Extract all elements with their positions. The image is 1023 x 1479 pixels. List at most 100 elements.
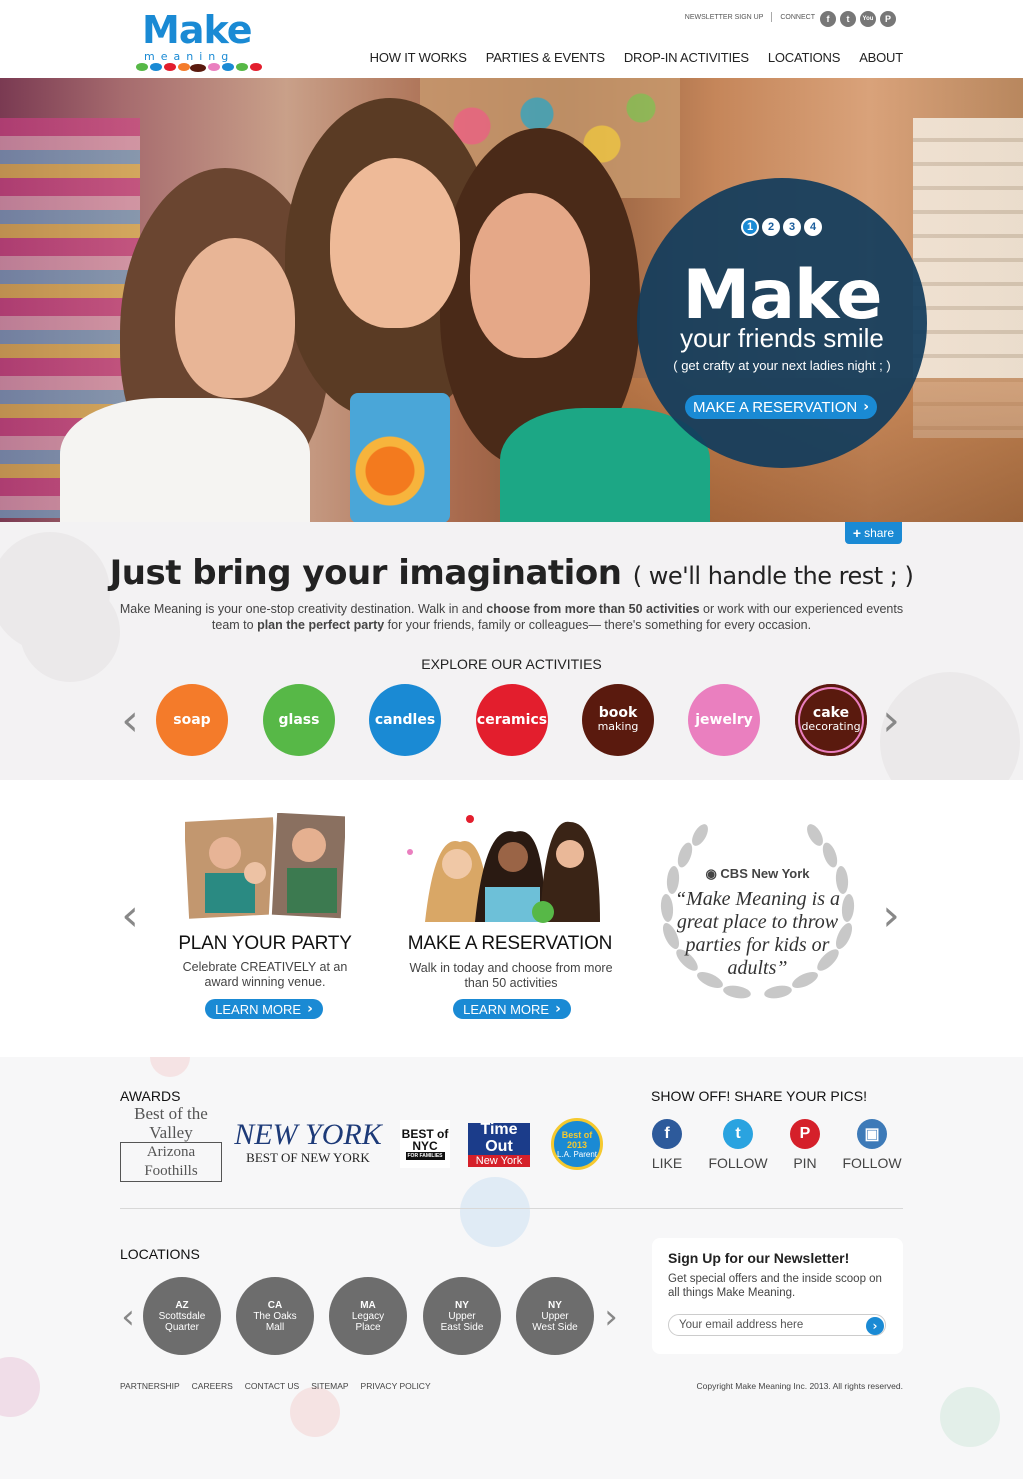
award-la-parent: Best of 2013 L.A. Parent xyxy=(551,1118,603,1170)
location-line1: Scottsdale xyxy=(158,1310,206,1322)
activity-label: jewelry xyxy=(695,711,753,728)
hero-tagline: ( get crafty at your next ladies night ;… xyxy=(673,358,891,373)
share-pics-heading: SHOW OFF! SHARE YOUR PICS! xyxy=(651,1088,867,1104)
activities-prev-arrow-icon[interactable]: ‹ xyxy=(119,695,141,746)
location-line2: East Side xyxy=(440,1321,484,1333)
locations-prev-arrow-icon[interactable]: ‹ xyxy=(117,1297,139,1337)
make-reservation-button[interactable]: MAKE A RESERVATION › xyxy=(685,395,877,419)
plan-party-title: PLAN YOUR PARTY xyxy=(178,933,352,954)
share-label: FOLLOW xyxy=(708,1155,768,1171)
slide-dot-1[interactable]: 1 xyxy=(741,218,759,236)
newsletter-signup-link[interactable]: NEWSLETTER SIGN UP xyxy=(685,14,764,21)
award-time-out: Time Out New York xyxy=(468,1121,530,1167)
main-nav: HOW IT WORKS PARTIES & EVENTS DROP-IN AC… xyxy=(370,50,904,65)
footer-link-privacy-policy[interactable]: PRIVACY POLICY xyxy=(361,1381,431,1391)
location-ma-3[interactable]: MA Legacy Place xyxy=(329,1277,407,1355)
reservation-learn-more-button[interactable]: LEARN MORE › xyxy=(453,999,571,1019)
share-follow-button[interactable]: ▣ FOLLOW xyxy=(837,1119,907,1171)
newsletter-text: Get special offers and the inside scoop … xyxy=(668,1273,882,1299)
award-label: BEST of NYC xyxy=(401,1127,449,1153)
hero-photo-shirt xyxy=(60,398,310,522)
activity-soap[interactable]: soap xyxy=(156,684,228,756)
activity-ceramics[interactable]: ceramics xyxy=(476,684,548,756)
footer-link-careers[interactable]: CAREERS xyxy=(192,1381,233,1391)
footer-link-sitemap[interactable]: SITEMAP xyxy=(311,1381,348,1391)
hero-banner: 1 2 3 4 Make your friends smile ( get cr… xyxy=(0,78,1023,522)
plan-party-text: Celebrate CREATIVELY at an award winning… xyxy=(182,960,348,989)
activity-glass[interactable]: glass xyxy=(263,684,335,756)
share-label: PIN xyxy=(793,1155,817,1171)
activity-label: ceramics xyxy=(476,711,548,728)
explore-heading: EXPLORE OUR ACTIVITIES xyxy=(421,656,602,672)
location-ca-2[interactable]: CA The Oaks Mall xyxy=(236,1277,314,1355)
features-next-arrow-icon[interactable]: › xyxy=(880,890,902,941)
location-line2: Quarter xyxy=(165,1321,199,1333)
logo-dots-icon xyxy=(136,63,262,72)
activity-sublabel: decorating xyxy=(801,720,861,733)
slide-dot-3[interactable]: 3 xyxy=(783,218,801,236)
location-state: AZ xyxy=(175,1299,189,1311)
hero-photo-face xyxy=(175,238,295,398)
location-line1: Upper xyxy=(541,1310,569,1322)
activity-cake[interactable]: cake decorating xyxy=(795,684,867,756)
pinterest-icon[interactable]: P xyxy=(880,11,896,27)
footer-link-partnership[interactable]: PARTNERSHIP xyxy=(120,1381,180,1391)
location-state: MA xyxy=(360,1299,376,1311)
intro-heading-light: ( we'll handle the rest ; ) xyxy=(632,562,914,590)
twitter-icon[interactable]: t xyxy=(840,11,856,27)
share-like-button[interactable]: f LIKE xyxy=(632,1119,702,1171)
footer-divider xyxy=(120,1208,903,1209)
activity-label: book xyxy=(598,705,638,721)
slide-dot-2[interactable]: 2 xyxy=(762,218,780,236)
share-follow-button[interactable]: t FOLLOW xyxy=(703,1119,773,1171)
location-az-1[interactable]: AZ Scottsdale Quarter xyxy=(143,1277,221,1355)
locations-next-arrow-icon[interactable]: › xyxy=(600,1297,622,1337)
quote-source-label: CBS New York xyxy=(720,866,810,881)
email-field[interactable]: Your email address here xyxy=(668,1314,886,1336)
youtube-icon[interactable]: You xyxy=(860,11,876,27)
share-button[interactable]: + share xyxy=(845,522,902,544)
activity-candles[interactable]: candles xyxy=(369,684,441,756)
features-prev-arrow-icon[interactable]: ‹ xyxy=(119,890,141,941)
twitter-icon: t xyxy=(723,1119,753,1149)
activities-next-arrow-icon[interactable]: › xyxy=(880,695,902,746)
submit-arrow-icon[interactable]: › xyxy=(866,1317,884,1335)
location-state: NY xyxy=(548,1299,562,1311)
activity-sublabel: making xyxy=(597,720,639,733)
nav-about[interactable]: ABOUT xyxy=(859,50,903,65)
newsletter-title: Sign Up for our Newsletter! xyxy=(668,1250,850,1266)
location-state: NY xyxy=(455,1299,469,1311)
logo-make-text: Make xyxy=(142,8,252,52)
learn-more-label: LEARN MORE xyxy=(215,1001,302,1017)
nav-locations[interactable]: LOCATIONS xyxy=(768,50,841,65)
facebook-icon[interactable]: f xyxy=(820,11,836,27)
copyright: Copyright Make Meaning Inc. 2013. All ri… xyxy=(696,1381,903,1391)
location-line1: Legacy xyxy=(351,1310,385,1322)
chevron-right-icon: › xyxy=(307,1001,313,1017)
activity-book[interactable]: book making xyxy=(582,684,654,756)
location-line1: Upper xyxy=(448,1310,476,1322)
location-ny-4[interactable]: NY Upper East Side xyxy=(423,1277,501,1355)
location-ny-5[interactable]: NY Upper West Side xyxy=(516,1277,594,1355)
award-best-of-valley: Best of the Valley Arizona Foothills xyxy=(120,1104,222,1182)
award-label: FOR FAMILIES xyxy=(405,1152,445,1160)
nav-how-it-works[interactable]: HOW IT WORKS xyxy=(370,50,467,65)
award-label: New York xyxy=(468,1155,530,1167)
plus-icon: + xyxy=(852,525,862,541)
reservation-photo xyxy=(407,815,600,923)
activity-label: candles xyxy=(374,711,436,728)
footer-link-contact-us[interactable]: CONTACT US xyxy=(245,1381,299,1391)
activity-label: glass xyxy=(278,711,320,728)
awards-heading: AWARDS xyxy=(120,1088,181,1104)
logo[interactable]: Make meaning xyxy=(136,8,272,72)
slide-dot-4[interactable]: 4 xyxy=(804,218,822,236)
share-pin-button[interactable]: P PIN xyxy=(770,1119,840,1171)
learn-more-label: LEARN MORE xyxy=(463,1001,550,1017)
nav-parties-events[interactable]: PARTIES & EVENTS xyxy=(486,50,605,65)
footer-links: PARTNERSHIP CAREERS CONTACT US SITEMAP P… xyxy=(120,1381,431,1391)
locations-heading: LOCATIONS xyxy=(120,1246,200,1262)
activity-jewelry[interactable]: jewelry xyxy=(688,684,760,756)
plan-party-learn-more-button[interactable]: LEARN MORE › xyxy=(205,999,323,1019)
intro-text-bold: choose from more than 50 activities xyxy=(486,602,700,616)
nav-drop-in-activities[interactable]: DROP-IN ACTIVITIES xyxy=(624,50,749,65)
